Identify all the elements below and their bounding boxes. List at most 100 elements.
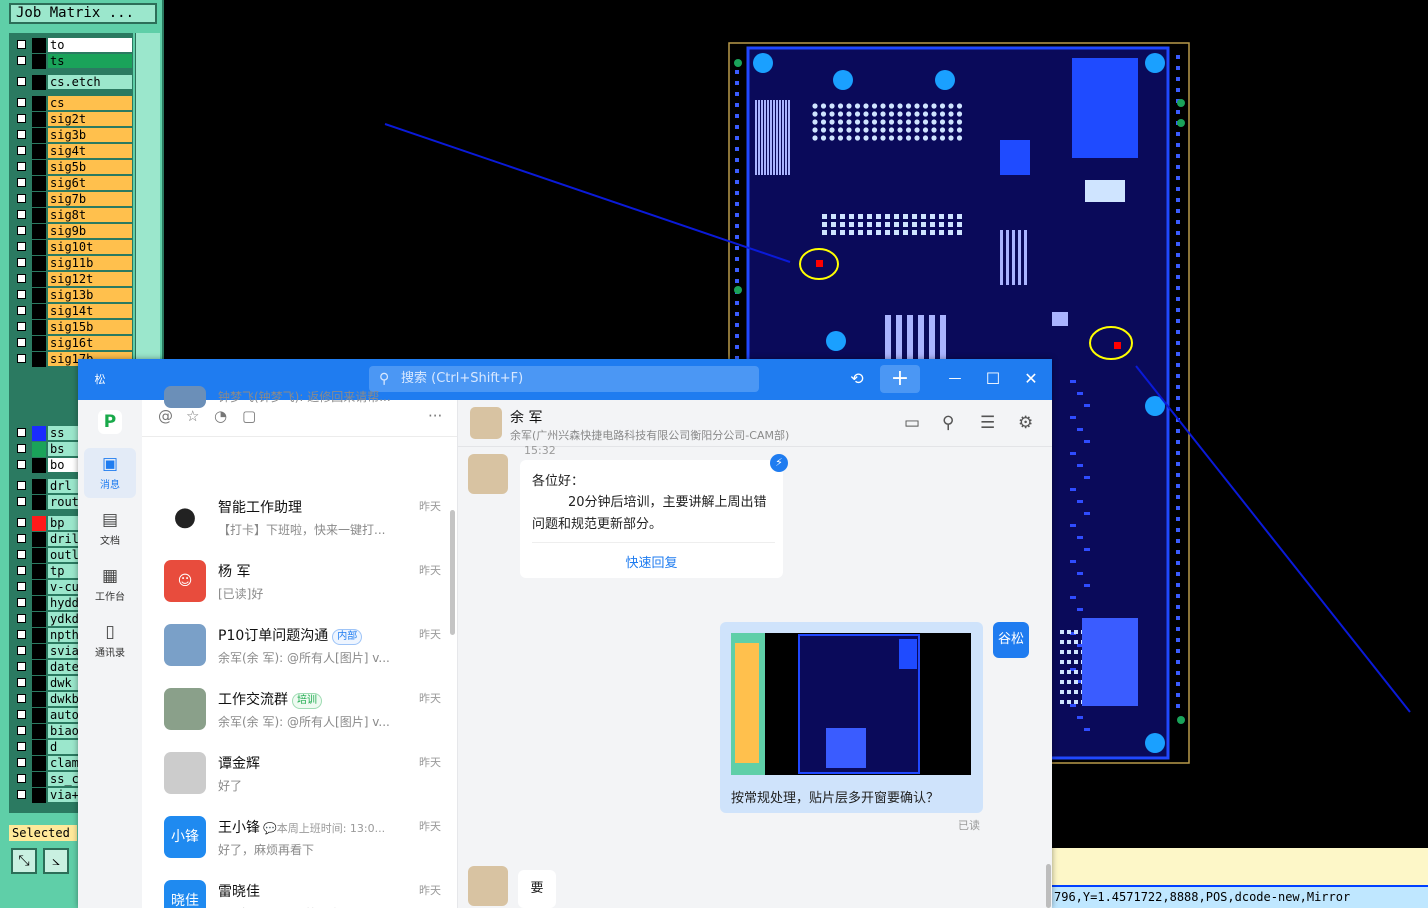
- layer-checkbox[interactable]: [17, 274, 26, 283]
- chat-scrollbar[interactable]: [1046, 864, 1051, 908]
- layer-checkbox[interactable]: [17, 774, 26, 783]
- layer-color-swatch: [32, 548, 46, 563]
- layer-checkbox[interactable]: [17, 630, 26, 639]
- layer-checkbox[interactable]: [17, 598, 26, 607]
- layer-row[interactable]: sig6t: [14, 176, 134, 191]
- pcb-feature: [1176, 473, 1180, 477]
- conversation-item[interactable]: 工作交流群 培训 昨天 余军(余 军): @所有人[图片] v...: [142, 678, 449, 742]
- nav-item-contacts[interactable]: ▯ 通讯录: [84, 616, 136, 666]
- maximize-button[interactable]: ☐: [978, 365, 1008, 393]
- layer-checkbox[interactable]: [17, 742, 26, 751]
- layer-row[interactable]: sig4t: [14, 144, 134, 159]
- conversation-item[interactable]: 谭金辉 昨天 好了: [142, 742, 449, 806]
- contact-avatar[interactable]: [470, 407, 502, 439]
- add-button[interactable]: +: [880, 365, 920, 393]
- sender-avatar[interactable]: [468, 454, 508, 494]
- brand-icon[interactable]: P: [98, 410, 122, 434]
- layer-row[interactable]: sig13b: [14, 288, 134, 303]
- screenshot-image[interactable]: [731, 633, 971, 775]
- layer-checkbox[interactable]: [17, 694, 26, 703]
- pcb-feature: [1060, 650, 1064, 654]
- layer-row[interactable]: sig10t: [14, 240, 134, 255]
- history-icon[interactable]: ⟲: [842, 365, 872, 393]
- layer-checkbox[interactable]: [17, 306, 26, 315]
- layer-checkbox[interactable]: [17, 162, 26, 171]
- conversation-item[interactable]: P10订单问题沟通 内部 昨天 余军(余 军): @所有人[图片] v...: [142, 614, 449, 678]
- layer-checkbox[interactable]: [17, 662, 26, 671]
- gear-icon[interactable]: ⚙: [1018, 413, 1033, 433]
- layer-checkbox[interactable]: [17, 77, 26, 86]
- job-matrix-title[interactable]: Job Matrix ...: [9, 3, 157, 24]
- layer-row[interactable]: sig11b: [14, 256, 134, 271]
- layer-checkbox[interactable]: [17, 130, 26, 139]
- layer-checkbox[interactable]: [17, 444, 26, 453]
- layer-checkbox[interactable]: [17, 146, 26, 155]
- layer-checkbox[interactable]: [17, 56, 26, 65]
- layer-row[interactable]: sig3b: [14, 128, 134, 143]
- quick-reply-button[interactable]: 快速回复: [520, 552, 783, 571]
- conversation-item[interactable]: ☺ 杨 军 昨天 [已读]好: [142, 550, 449, 614]
- layer-checkbox[interactable]: [17, 98, 26, 107]
- layer-checkbox[interactable]: [17, 338, 26, 347]
- layer-checkbox[interactable]: [17, 550, 26, 559]
- layer-row[interactable]: sig5b: [14, 160, 134, 175]
- layer-checkbox[interactable]: [17, 758, 26, 767]
- conversation-item[interactable]: ● 智能工作助理 昨天 【打卡】下班啦，快来一键打...: [142, 486, 449, 550]
- layer-row[interactable]: sig15b: [14, 320, 134, 335]
- layer-checkbox[interactable]: [17, 481, 26, 490]
- layer-checkbox[interactable]: [17, 614, 26, 623]
- layer-checkbox[interactable]: [17, 646, 26, 655]
- layer-checkbox[interactable]: [17, 534, 26, 543]
- add-member-icon[interactable]: ⚲: [942, 413, 954, 433]
- layer-row[interactable]: sig14t: [14, 304, 134, 319]
- self-avatar[interactable]: 谷松: [993, 622, 1029, 658]
- nav-item-docs[interactable]: ▤ 文档: [84, 504, 136, 554]
- pcb-feature: [735, 81, 739, 85]
- layer-checkbox[interactable]: [17, 290, 26, 299]
- layer-checkbox[interactable]: [17, 518, 26, 527]
- layer-checkbox[interactable]: [17, 114, 26, 123]
- layer-checkbox[interactable]: [17, 354, 26, 363]
- layer-checkbox[interactable]: [17, 194, 26, 203]
- layer-checkbox[interactable]: [17, 566, 26, 575]
- layer-row[interactable]: cs: [14, 96, 134, 111]
- layer-checkbox[interactable]: [17, 210, 26, 219]
- layer-checkbox[interactable]: [17, 726, 26, 735]
- layer-row[interactable]: to: [14, 38, 134, 53]
- conversation-item[interactable]: 晓佳雷晓佳昨天1是先印啊。2是第二次印啊: [142, 870, 449, 908]
- layer-checkbox[interactable]: [17, 710, 26, 719]
- layer-row[interactable]: sig12t: [14, 272, 134, 287]
- layer-checkbox[interactable]: [17, 258, 26, 267]
- search-history-icon[interactable]: ☰: [980, 413, 995, 433]
- layer-checkbox[interactable]: [17, 790, 26, 799]
- layer-checkbox[interactable]: [17, 582, 26, 591]
- layer-row[interactable]: sig7b: [14, 192, 134, 207]
- conversation-item[interactable]: 钟梦飞(钟梦飞): 返修回来请帮...: [142, 386, 449, 450]
- folder-icon[interactable]: ▭: [904, 413, 920, 433]
- nav-item-workbench[interactable]: ▦ 工作台: [84, 560, 136, 610]
- nav-item-messages[interactable]: ▣ 消息: [84, 448, 136, 498]
- pcb-feature: [735, 136, 739, 140]
- layer-checkbox[interactable]: [17, 242, 26, 251]
- layer-row[interactable]: sig2t: [14, 112, 134, 127]
- layer-row[interactable]: sig8t: [14, 208, 134, 223]
- zoom-tool-button[interactable]: ⤡: [11, 848, 37, 874]
- layer-checkbox[interactable]: [17, 497, 26, 506]
- minimize-button[interactable]: —: [940, 365, 970, 393]
- layer-checkbox[interactable]: [17, 226, 26, 235]
- layer-row[interactable]: sig16t: [14, 336, 134, 351]
- layer-checkbox[interactable]: [17, 678, 26, 687]
- layer-checkbox[interactable]: [17, 460, 26, 469]
- layer-checkbox[interactable]: [17, 178, 26, 187]
- conversation-item[interactable]: 小锋 王小锋 💬本周上班时间: 13:0... 昨天 好了，麻烦再看下: [142, 806, 449, 870]
- sender-avatar[interactable]: [468, 866, 508, 906]
- measure-tool-button[interactable]: ⦣: [43, 848, 69, 874]
- list-scrollbar[interactable]: [450, 510, 455, 635]
- close-button[interactable]: ✕: [1016, 365, 1046, 393]
- layer-row[interactable]: ts: [14, 54, 134, 69]
- layer-checkbox[interactable]: [17, 40, 26, 49]
- layer-row[interactable]: sig9b: [14, 224, 134, 239]
- layer-checkbox[interactable]: [17, 322, 26, 331]
- layer-row[interactable]: cs.etch: [14, 75, 134, 90]
- layer-checkbox[interactable]: [17, 428, 26, 437]
